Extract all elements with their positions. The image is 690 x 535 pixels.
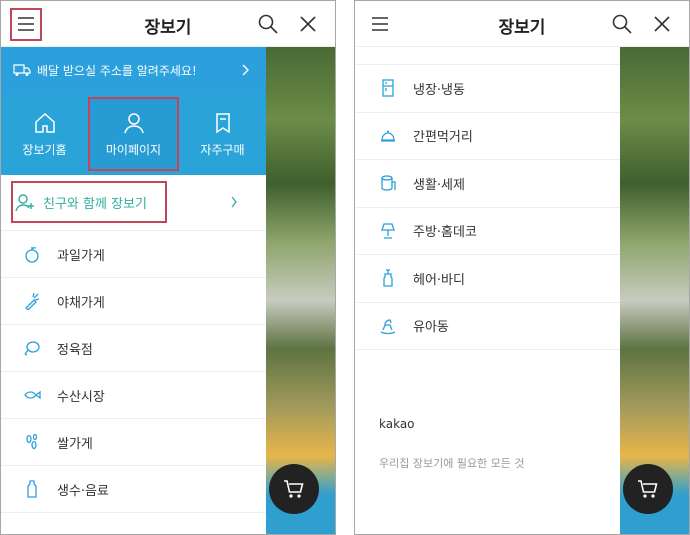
- category-water[interactable]: 생수·음료: [1, 466, 266, 513]
- category-label: 간편먹거리: [413, 130, 473, 146]
- category-hair-body[interactable]: 헤어·바디: [355, 255, 620, 303]
- fridge-icon: [382, 79, 394, 97]
- category-label: 정육점: [57, 342, 93, 358]
- friend-shop-item[interactable]: 친구와 함께 장보기: [1, 175, 266, 231]
- right-screen: 장보기 냉장·냉동 간편먹거리 생활·세제 주방·홈데코 헤어·바디 유아동 k…: [354, 0, 690, 535]
- address-banner[interactable]: 배달 받으실 주소를 알려주세요!: [1, 47, 266, 93]
- category-label: 냉장·냉동: [413, 82, 465, 98]
- meat-icon: [24, 341, 40, 356]
- pump-bottle-icon: [383, 269, 393, 287]
- category-vegetable[interactable]: 야채가게: [1, 278, 266, 325]
- close-icon: [300, 16, 316, 32]
- category-label: 과일가게: [57, 248, 105, 264]
- page-title: 장보기: [498, 18, 546, 38]
- category-label: 수산시장: [57, 389, 105, 405]
- tab-label: 장보기홈: [22, 142, 67, 157]
- tab-frequent[interactable]: 자주구매: [179, 93, 266, 175]
- cart-icon: [284, 480, 304, 498]
- category-household[interactable]: 생활·세제: [355, 160, 620, 208]
- cart-button[interactable]: [623, 464, 673, 514]
- category-frozen[interactable]: 냉장·냉동: [355, 65, 620, 113]
- header: 장보기: [1, 1, 335, 47]
- category-label: 쌀가게: [57, 436, 93, 452]
- header: 장보기: [355, 1, 689, 47]
- background-photo: [618, 47, 689, 534]
- chevron-right-icon: [231, 196, 237, 208]
- category-meat[interactable]: 정육점: [1, 325, 266, 372]
- close-button[interactable]: [651, 13, 673, 35]
- tab-label: 자주구매: [200, 142, 245, 157]
- category-label: 야채가게: [57, 295, 105, 311]
- close-button[interactable]: [297, 13, 319, 35]
- fruit-icon: [25, 247, 39, 263]
- cart-button[interactable]: [269, 464, 319, 514]
- category-label: 생활·세제: [413, 177, 465, 193]
- category-label: 헤어·바디: [413, 272, 465, 288]
- truck-icon: [13, 64, 31, 76]
- lamp-icon: [381, 223, 395, 239]
- rice-icon: [26, 433, 38, 450]
- background-photo: [264, 47, 335, 534]
- category-label: 유아동: [413, 320, 449, 336]
- category-ready-meal[interactable]: 간편먹거리: [355, 113, 620, 160]
- address-text: 배달 받으실 주소를 알려주세요!: [37, 63, 197, 78]
- close-icon: [654, 16, 670, 32]
- category-fruit[interactable]: 과일가게: [1, 231, 266, 278]
- drawer-menu: 배달 받으실 주소를 알려주세요! 장보기홈 마이페이지 자주구매 친구와 함께…: [1, 47, 266, 534]
- category-label: 생수·음료: [57, 483, 109, 499]
- fish-icon: [24, 390, 41, 400]
- bookmark-icon: [215, 112, 230, 133]
- page-title: 장보기: [144, 18, 192, 38]
- user-icon: [123, 112, 144, 133]
- tab-mypage[interactable]: 마이페이지: [88, 97, 179, 171]
- search-icon: [612, 14, 632, 34]
- quick-tabs: 장보기홈 마이페이지 자주구매: [1, 93, 266, 175]
- category-seafood[interactable]: 수산시장: [1, 372, 266, 419]
- category-kitchen[interactable]: 주방·홈데코: [355, 208, 620, 255]
- carrot-icon: [25, 292, 40, 310]
- footer-description: 우리집 장보기에 필요한 모든 것: [379, 457, 525, 470]
- home-icon: [34, 112, 55, 133]
- tab-home[interactable]: 장보기홈: [1, 93, 88, 175]
- rocking-horse-icon: [380, 319, 396, 334]
- category-label: 주방·홈데코: [413, 225, 477, 241]
- category-partial: [355, 47, 620, 65]
- tissue-icon: [381, 175, 396, 191]
- category-rice[interactable]: 쌀가게: [1, 419, 266, 466]
- search-icon: [258, 14, 278, 34]
- chevron-right-icon: [242, 64, 249, 76]
- tab-label: 마이페이지: [105, 142, 162, 157]
- category-kids[interactable]: 유아동: [355, 303, 620, 350]
- annotation-box-friend: [11, 181, 167, 223]
- bottle-icon: [27, 480, 37, 498]
- search-button[interactable]: [257, 13, 279, 35]
- cloche-icon: [381, 130, 395, 142]
- cart-icon: [638, 480, 658, 498]
- left-screen: 장보기 배달 받으실 주소를 알려주세요! 장보기홈 마이페이지 자주구매 친구…: [0, 0, 336, 535]
- drawer-menu-scrolled: 냉장·냉동 간편먹거리 생활·세제 주방·홈데코 헤어·바디 유아동 kakao…: [355, 47, 620, 534]
- footer-brand: kakao: [379, 417, 415, 431]
- search-button[interactable]: [611, 13, 633, 35]
